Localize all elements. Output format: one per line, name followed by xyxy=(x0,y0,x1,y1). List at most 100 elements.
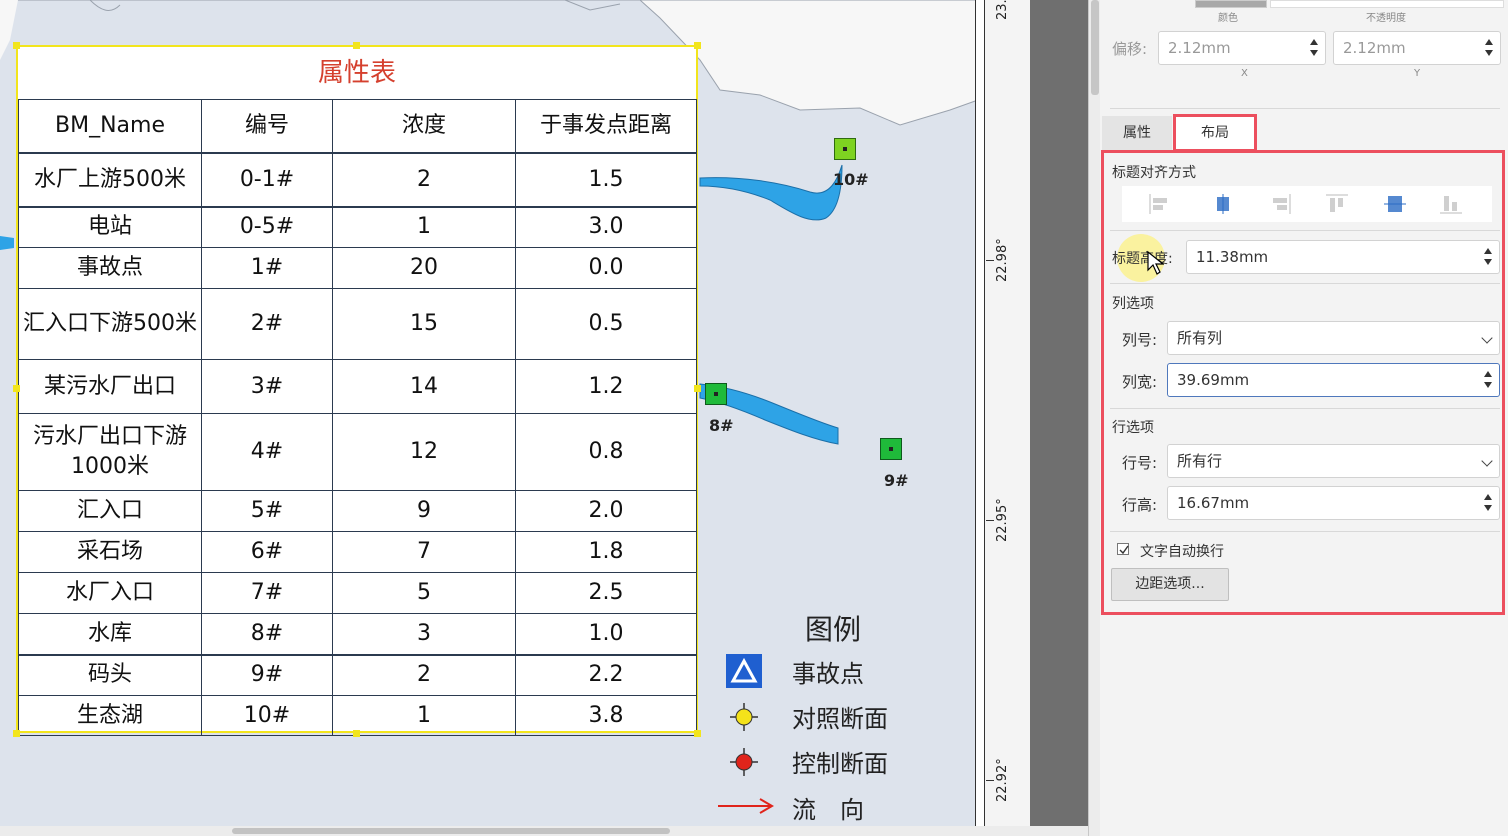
selection-handle[interactable] xyxy=(13,385,20,392)
map-marker-10-label: 10# xyxy=(833,170,869,189)
map-marker-10[interactable] xyxy=(834,138,856,160)
cell-name: 生态湖 xyxy=(18,695,202,736)
legend-item: 事故点 xyxy=(700,652,960,692)
highlight-box-layout-tab xyxy=(1173,114,1257,152)
cell-id: 1# xyxy=(201,247,333,289)
table-row: 电站 0-5# 1 3.0 xyxy=(18,205,697,248)
offset-x-field[interactable]: 2.12mm xyxy=(1158,31,1326,65)
map-frame-border xyxy=(975,0,985,836)
cell-name: 码头 xyxy=(18,653,202,696)
cell-dist: 2.5 xyxy=(515,572,697,614)
crosshair-red-icon xyxy=(730,748,758,776)
arrow-right-icon xyxy=(718,798,774,814)
lat-tick xyxy=(986,780,994,781)
cell-id: 6# xyxy=(201,531,333,573)
lat-label: 23. xyxy=(995,0,1010,20)
tab-properties[interactable]: 属性 xyxy=(1102,116,1172,150)
map-marker-8-label: 8# xyxy=(709,416,734,435)
cell-dist: 1.5 xyxy=(515,151,697,207)
offset-y-value: 2.12mm xyxy=(1343,39,1406,57)
cell-name: 汇入口 xyxy=(18,490,202,532)
selection-handle[interactable] xyxy=(353,42,360,49)
scroll-thumb[interactable] xyxy=(1091,0,1099,95)
cell-id: 4# xyxy=(201,413,333,491)
horizontal-scrollbar[interactable] xyxy=(0,826,1088,836)
selection-handle[interactable] xyxy=(13,730,20,737)
cell-name: 水厂入口 xyxy=(18,572,202,614)
selection-handle[interactable] xyxy=(13,42,20,49)
map-marker-9[interactable] xyxy=(880,438,902,460)
offset-x-caption: X xyxy=(1241,68,1248,79)
cell-name: 电站 xyxy=(18,205,202,248)
opacity-caption: 不透明度 xyxy=(1366,13,1406,24)
color-caption: 颜色 xyxy=(1218,13,1238,24)
column-header: 于事发点距离 xyxy=(515,99,697,153)
table-row: 某污水厂出口 3# 14 1.2 xyxy=(18,359,697,414)
selection-handle[interactable] xyxy=(694,385,701,392)
lat-label: 22.95° xyxy=(995,498,1010,542)
map-legend[interactable]: 图例 事故点 对照断面 控制断面 流 向 xyxy=(700,600,970,830)
river-upper xyxy=(699,164,843,221)
map-canvas[interactable]: 10# 8# 9# 属性表 BM_Name 编号 浓度 于事发点距离 水厂上游5… xyxy=(0,0,980,836)
cell-dist: 3.8 xyxy=(515,695,697,736)
table-row: 污水厂出口下游1000米 4# 12 0.8 xyxy=(18,413,697,491)
latitude-strip xyxy=(985,0,1031,836)
highlight-box-layout-section xyxy=(1101,150,1505,615)
offset-label: 偏移: xyxy=(1112,40,1148,58)
cell-id: 2# xyxy=(201,288,333,360)
cell-dist: 1.2 xyxy=(515,359,697,414)
scroll-thumb[interactable] xyxy=(232,828,670,834)
map-marker-9-label: 9# xyxy=(884,471,909,490)
legend-label: 控制断面 xyxy=(792,750,888,778)
lat-label: 22.98° xyxy=(995,238,1010,282)
offset-y-caption: Y xyxy=(1414,68,1421,79)
legend-label: 对照断面 xyxy=(792,705,888,733)
selection-handle[interactable] xyxy=(694,42,701,49)
cell-id: 7# xyxy=(201,572,333,614)
cell-id: 10# xyxy=(201,695,333,736)
cell-dist: 0.5 xyxy=(515,288,697,360)
cell-name: 采石场 xyxy=(18,531,202,573)
offset-x-value: 2.12mm xyxy=(1168,39,1231,57)
crosshair-yellow-icon xyxy=(730,703,758,731)
opacity-field[interactable] xyxy=(1270,0,1504,8)
cell-conc: 2 xyxy=(332,151,516,207)
cell-dist: 2.2 xyxy=(515,653,697,696)
spinner-icon[interactable] xyxy=(1309,36,1319,60)
table-row: 码头 9# 2 2.2 xyxy=(18,653,697,696)
cell-id: 9# xyxy=(201,653,333,696)
table-row: 事故点 1# 20 0.0 xyxy=(18,247,697,289)
cell-dist: 1.0 xyxy=(515,613,697,655)
legend-title: 图例 xyxy=(805,613,862,646)
table-row: 采石场 6# 7 1.8 xyxy=(18,531,697,573)
cell-id: 8# xyxy=(201,613,333,655)
triangle-icon xyxy=(726,654,762,688)
column-header: 编号 xyxy=(201,99,333,153)
cell-dist: 0.0 xyxy=(515,247,697,289)
divider xyxy=(1110,108,1500,109)
cell-conc: 1 xyxy=(332,205,516,248)
cell-conc: 3 xyxy=(332,613,516,655)
cell-dist: 1.8 xyxy=(515,531,697,573)
offset-y-field[interactable]: 2.12mm xyxy=(1333,31,1501,65)
cell-name: 水库 xyxy=(18,613,202,655)
selection-handle[interactable] xyxy=(353,730,360,737)
table-row: 水厂入口 7# 5 2.5 xyxy=(18,572,697,614)
column-header: 浓度 xyxy=(332,99,516,153)
map-marker-8[interactable] xyxy=(705,383,727,405)
attribute-table[interactable]: 属性表 BM_Name 编号 浓度 于事发点距离 水厂上游500米 0-1# 2… xyxy=(16,45,698,736)
cell-conc: 5 xyxy=(332,572,516,614)
legend-label: 流 向 xyxy=(792,796,864,824)
spinner-icon[interactable] xyxy=(1484,36,1494,60)
lat-tick xyxy=(986,520,994,521)
cell-conc: 7 xyxy=(332,531,516,573)
table-row: 汇入口 5# 9 2.0 xyxy=(18,490,697,532)
table-row: 水厂上游500米 0-1# 2 1.5 xyxy=(18,151,697,207)
column-header: BM_Name xyxy=(18,99,202,153)
color-swatch[interactable] xyxy=(1195,0,1267,8)
cell-id: 5# xyxy=(201,490,333,532)
cell-dist: 3.0 xyxy=(515,205,697,248)
cell-conc: 15 xyxy=(332,288,516,360)
table-row: 水库 8# 3 1.0 xyxy=(18,613,697,655)
cell-id: 0-1# xyxy=(201,151,333,207)
